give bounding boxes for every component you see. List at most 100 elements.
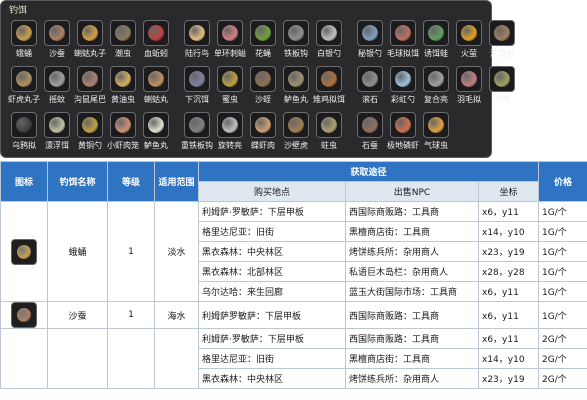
bait-item[interactable]: 极地磷虾 (387, 112, 419, 158)
bait-item[interactable]: 鲈鱼丸 (141, 112, 171, 158)
bait-icon (184, 66, 210, 92)
bait-icon (44, 20, 70, 46)
bait-item[interactable]: 血蚯蚓 (141, 20, 171, 66)
bait-glyph-icon (395, 71, 411, 87)
bait-item[interactable]: 火萤 (454, 20, 484, 66)
bait-row: 乌鸦拟 漂浮饵 黄铜勺 小虾肉笼 鲈鱼丸 重铁板钩 旋转亮 蝶虾肉 沙壁虎 蛀虫 石蚕 极地磷虾 气球虫 (9, 112, 520, 158)
bait-item[interactable]: 黄油虫 (108, 66, 138, 112)
bait-item[interactable]: 沙蛭 (248, 66, 278, 112)
bait-icon (316, 66, 342, 92)
bait-icon (316, 112, 342, 138)
bait-label: 雉鸡拟饵 (313, 95, 345, 104)
bait-item[interactable]: 重铁板钩 (181, 112, 213, 158)
header-buy-place: 购买地点 (198, 181, 346, 202)
bait-label: 蝲蛄丸子 (74, 49, 106, 58)
bait-item[interactable]: 白银勺 (314, 20, 344, 66)
bait-item[interactable]: 虾虎丸子 (8, 66, 40, 112)
bait-item[interactable]: 蜜虫 (215, 66, 245, 112)
bait-item[interactable]: 浮游虫 (487, 20, 517, 66)
bait-glyph-icon (16, 71, 32, 87)
bait-item[interactable]: 黄铜勺 (75, 112, 105, 158)
bait-item[interactable]: 沙蚕 (42, 20, 72, 66)
bait-icon (250, 66, 276, 92)
bait-item[interactable]: 单环刺螠 (214, 20, 246, 66)
bait-icon (283, 112, 309, 138)
bait-item[interactable]: 旋转亮 (215, 112, 245, 158)
bait-glyph-icon (255, 71, 271, 87)
bait-icon (11, 112, 37, 138)
buy-place-cell: 黑衣森林：北部林区 (198, 261, 346, 282)
bait-label: 羽毛拟 (457, 95, 481, 104)
bait-item[interactable]: 弓角 (487, 66, 517, 112)
group-separator (347, 20, 355, 66)
npc-cell: 西国际商贩路：工具商 (345, 328, 479, 349)
coord-cell: x28，y28 (477, 261, 540, 282)
npc-cell: 烤饼练兵所：杂用商人 (345, 241, 479, 262)
bait-icon (143, 112, 169, 138)
bait-label: 乌鸦拟 (12, 141, 36, 150)
bait-glyph-icon (49, 117, 65, 133)
bait-icon (423, 112, 449, 138)
bait-label: 旋转亮 (218, 141, 242, 150)
bait-label: 火萤 (461, 49, 477, 58)
bait-item[interactable]: 沟鼠尾巴 (74, 66, 106, 112)
bait-item[interactable]: 铁板钩 (281, 20, 311, 66)
bait-item[interactable]: 小虾肉笼 (107, 112, 139, 158)
bait-item[interactable]: 潮虫 (108, 20, 138, 66)
bait-item[interactable]: 彩虹勺 (388, 66, 418, 112)
bait-glyph-icon (189, 25, 205, 41)
price-cell: 1G/个 (538, 221, 587, 242)
bait-label: 沙蚕 (49, 49, 65, 58)
bait-icon (143, 66, 169, 92)
buy-place-cell: 黑衣森林：中央林区 (198, 241, 346, 262)
bait-label: 弓角 (494, 95, 510, 104)
bait-item[interactable]: 蝲蛄丸 (141, 66, 171, 112)
coord-cell: x6，y11 (477, 301, 540, 329)
bait-item[interactable]: 毛球拟饵 (387, 20, 419, 66)
bait-label: 陆行鸟 (185, 49, 209, 58)
bait-glyph-icon (395, 117, 411, 133)
bait-item[interactable]: 蝲蛄丸子 (74, 20, 106, 66)
bait-glyph-icon (288, 25, 304, 41)
bait-item[interactable]: 下沉饵 (182, 66, 212, 112)
bait-label: 蛀虫 (321, 141, 337, 150)
buy-place-cell: 格里达尼亚：旧街 (198, 221, 346, 242)
bait-glyph-icon (148, 71, 164, 87)
bait-label: 白银勺 (317, 49, 341, 58)
price-cell: 1G/个 (538, 301, 587, 329)
bait-item[interactable]: 秘银勺 (355, 20, 385, 66)
bait-item[interactable]: 滚石 (355, 66, 385, 112)
bait-item[interactable]: 沙壁虎 (281, 112, 311, 158)
buy-place-cell: 乌尔达哈：来生回廊 (198, 281, 346, 302)
bait-item[interactable]: 花蝇 (248, 20, 278, 66)
bait-glyph-icon (395, 25, 411, 41)
bait-item[interactable]: 石蚕 (355, 112, 385, 158)
bait-glyph-icon (148, 25, 164, 41)
bait-icon (11, 66, 37, 92)
bait-item[interactable]: 诱饵蛙 (421, 20, 451, 66)
bait-item[interactable]: 雉鸡拟饵 (313, 66, 345, 112)
bait-item[interactable]: 蝶虾肉 (248, 112, 278, 158)
bait-item[interactable]: 蛾蛹 (9, 20, 39, 66)
npc-cell: 黑檀商店街：工具商 (345, 221, 479, 242)
bait-label: 漂浮饵 (45, 141, 69, 150)
bait-item[interactable]: 鲈鱼丸 (281, 66, 311, 112)
npc-cell: 西国际商贩路：工具商 (345, 301, 479, 329)
name-cell: 蛾蛹 (47, 201, 108, 302)
coord-cell: x14，y10 (477, 348, 540, 369)
bait-item[interactable]: 气球虫 (421, 112, 451, 158)
header-coord: 坐标 (477, 181, 540, 202)
buy-place-cell: 黑衣森林：中央林区 (198, 368, 346, 389)
bait-item[interactable]: 摇蚊 (42, 66, 72, 112)
bait-item[interactable]: 乌鸦拟 (9, 112, 39, 158)
bait-item[interactable]: 陆行鸟 (182, 20, 212, 66)
bait-item[interactable]: 复合亮 (421, 66, 451, 112)
bait-glyph-icon (428, 117, 444, 133)
bait-label: 秘银勺 (358, 49, 382, 58)
bait-item[interactable]: 羽毛拟 (454, 66, 484, 112)
bait-item[interactable]: 漂浮饵 (42, 112, 72, 158)
bait-icon (283, 66, 309, 92)
bait-item[interactable]: 蛀虫 (314, 112, 344, 158)
bait-icon (250, 112, 276, 138)
group-separator (174, 66, 182, 112)
